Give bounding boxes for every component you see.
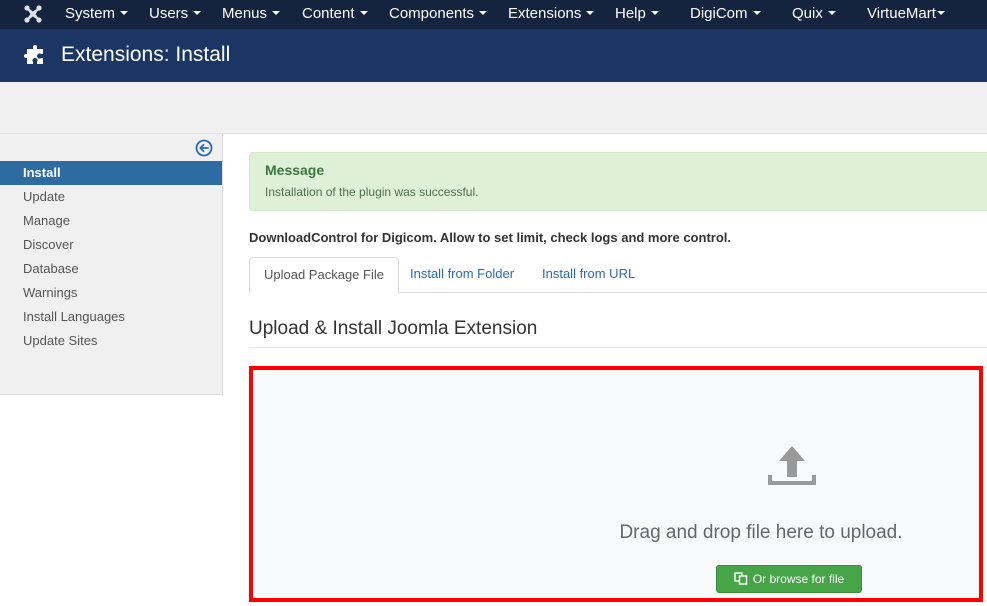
nav-menu-virtuemart[interactable]: VirtueMart [867,0,945,29]
nav-menu-label: DigiCom [690,5,748,22]
dropzone-text: Drag and drop file here to upload. [619,522,903,543]
nav-menu-users[interactable]: Users [149,0,202,29]
caret-down-icon [827,11,836,16]
tab-upload-package-file[interactable]: Upload Package File [249,257,399,294]
nav-menu-label: Components [389,5,475,22]
nav-menu-help[interactable]: Help [615,0,659,29]
section-divider [249,347,987,348]
nav-menu-quix[interactable]: Quix [792,0,836,29]
caret-down-icon [479,11,488,16]
success-message: Message Installation of the plugin was s… [249,152,987,211]
message-title: Message [265,162,325,178]
nav-menu-label: Extensions [508,5,582,22]
install-tabs: Upload Package File Install from Folder … [249,257,987,294]
sidebar-item-manage[interactable]: Manage [0,209,222,233]
caret-down-icon [586,11,595,16]
nav-menu-label: Help [615,5,646,22]
caret-down-icon [650,11,659,16]
sidebar-item-warnings[interactable]: Warnings [0,281,222,305]
sidebar-item-update-sites[interactable]: Update Sites [0,329,222,353]
joomla-logo-icon[interactable] [24,5,42,23]
browse-file-button[interactable]: Or browse for file [716,565,862,593]
upload-icon [768,446,816,485]
nav-menu-label: Quix [792,5,823,22]
page-header: Extensions: Install [0,29,987,82]
top-navbar: System Users Menus Content Components Ex… [0,0,987,29]
tab-install-from-folder[interactable]: Install from Folder [396,257,528,293]
nav-menu-label: Content [302,5,355,22]
sidebar-menu: Install Update Manage Discover Database … [0,161,222,353]
nav-menu-label: Users [149,5,189,22]
puzzle-icon [24,45,43,64]
sidebar-item-install-languages[interactable]: Install Languages [0,305,222,329]
tab-install-from-url[interactable]: Install from URL [528,257,649,293]
sidebar-item-database[interactable]: Database [0,257,222,281]
caret-down-icon [272,11,281,16]
extension-description: DownloadControl for Digicom. Allow to se… [249,230,731,245]
caret-down-icon [936,11,945,16]
caret-down-icon [120,11,129,16]
upload-dropzone[interactable]: Drag and drop file here to upload. Or br… [249,366,983,602]
nav-menu-content[interactable]: Content [302,0,368,29]
toolbar [0,82,987,134]
nav-menu-label: System [65,5,116,22]
caret-down-icon [193,11,202,16]
arrow-left-circle-icon[interactable] [195,139,213,157]
nav-menu-menus[interactable]: Menus [222,0,281,29]
copy-files-icon [734,572,748,586]
message-text: Installation of the plugin was successfu… [265,185,479,199]
page-title: Extensions: Install [61,43,231,66]
nav-menu-label: VirtueMart [867,5,936,22]
nav-menu-label: Menus [222,5,268,22]
browse-file-label: Or browse for file [752,572,845,586]
caret-down-icon [359,11,368,16]
sidebar-item-install[interactable]: Install [0,161,222,185]
nav-menu-components[interactable]: Components [389,0,488,29]
sidebar: Install Update Manage Discover Database … [0,134,223,395]
nav-menu-extensions[interactable]: Extensions [508,0,595,29]
nav-menu-system[interactable]: System [65,0,129,29]
sidebar-item-discover[interactable]: Discover [0,233,222,257]
nav-menu-digicom[interactable]: DigiCom [690,0,761,29]
caret-down-icon [752,11,761,16]
sidebar-item-update[interactable]: Update [0,185,222,209]
section-title: Upload & Install Joomla Extension [249,318,538,339]
